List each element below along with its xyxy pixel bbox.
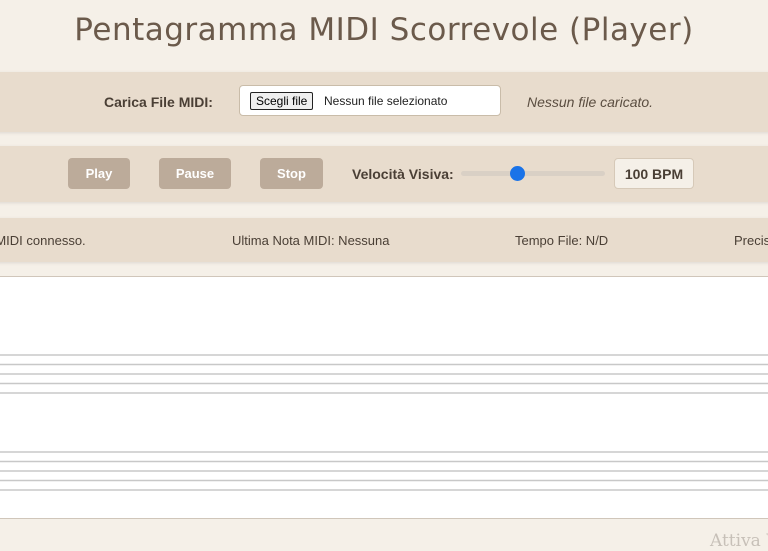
activation-watermark: Attiva W [710,531,768,551]
file-load-panel: Carica File MIDI: Scegli file Nessun fil… [0,72,768,132]
file-status-text: Nessun file caricato. [527,94,654,110]
file-tempo-status: Tempo File: N/D [515,233,609,248]
stop-button[interactable]: Stop [260,158,323,189]
page-title: Pentagramma MIDI Scorrevole (Player) [74,12,694,48]
staff-canvas [0,354,768,491]
midi-file-input[interactable]: Scegli file Nessun file selezionato [239,85,501,116]
play-button[interactable]: Play [68,158,130,189]
last-note-status: Ultima Nota MIDI: Nessuna [232,233,390,248]
speed-slider-thumb[interactable] [510,166,526,181]
speed-slider[interactable] [461,166,605,181]
bpm-display: 100 BPM [614,158,694,189]
midi-device-status: vo MIDI connesso. [0,233,86,248]
scrolling-staff [0,276,768,519]
status-bar: vo MIDI connesso. Ultima Nota MIDI: Ness… [0,218,768,262]
no-file-selected-text: Nessun file selezionato [324,94,448,108]
playback-controls-panel: Play Pause Stop Velocità Visiva: 100 BPM [0,146,768,202]
choose-file-button[interactable]: Scegli file [250,92,314,110]
pause-button[interactable]: Pause [159,158,231,189]
precision-status: Precis [734,233,768,248]
speed-label: Velocità Visiva: [352,166,454,182]
file-load-label: Carica File MIDI: [104,94,213,110]
